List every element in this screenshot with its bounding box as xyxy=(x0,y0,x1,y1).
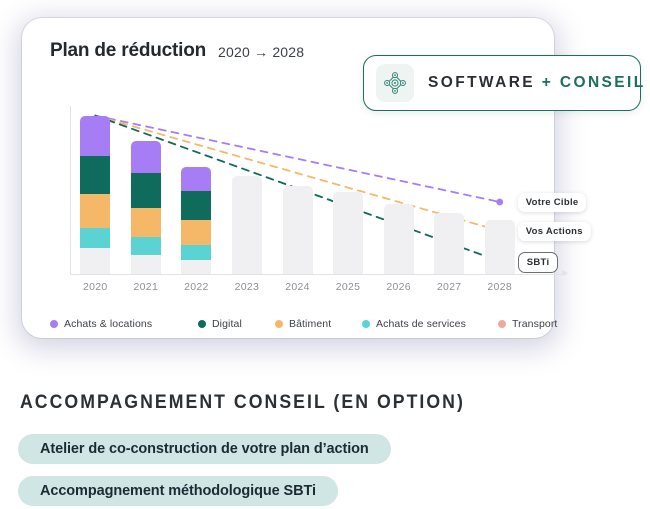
bar-segment xyxy=(130,254,161,274)
legend-item[interactable]: Achats de services xyxy=(362,318,466,330)
legend-item[interactable]: Bâtiment xyxy=(275,318,331,330)
legend-item[interactable]: Achats & locations xyxy=(50,318,152,330)
projected-bar xyxy=(231,176,262,274)
x-axis-tick-label: 2021 xyxy=(133,281,159,293)
x-axis-tick-label: 2027 xyxy=(436,281,462,293)
x-axis-tick-label: 2023 xyxy=(234,281,260,293)
logo-text-conseil: + CONSEIL xyxy=(541,74,646,91)
stacked-bar[interactable] xyxy=(130,141,161,274)
stacked-bar[interactable] xyxy=(80,115,111,274)
bar-segment xyxy=(130,141,161,174)
date-range-label: 2020 → 2028 xyxy=(218,44,305,60)
section-title: ACCOMPAGNEMENT CONSEIL (EN OPTION) xyxy=(20,392,465,413)
page-title: Plan de réduction xyxy=(50,40,207,61)
legend-label: Transport xyxy=(512,318,558,330)
x-axis-labels: 2020 2021 2022 2023 2024 2025 2026 2027 2028 xyxy=(70,281,566,299)
bar-segment xyxy=(130,208,161,238)
x-axis-tick-label: 2028 xyxy=(487,281,512,293)
x-axis-arrow-icon xyxy=(562,270,568,276)
x-axis-tick-label: 2020 xyxy=(82,281,108,293)
x-axis-tick-label: 2025 xyxy=(335,281,361,293)
bar-segment xyxy=(181,259,212,274)
stacked-bar[interactable] xyxy=(181,166,212,274)
x-axis xyxy=(70,274,566,275)
reduction-plan-card: Plan de réduction 2020 → 2028 SOFTWARE +… xyxy=(22,18,643,338)
legend-label: Bâtiment xyxy=(289,318,332,330)
x-axis-tick-label: 2024 xyxy=(285,281,310,293)
bar-segment xyxy=(181,219,212,246)
legend-color-dot xyxy=(275,320,283,328)
bar-segment xyxy=(181,190,212,220)
legend-color-dot xyxy=(50,320,58,328)
trendline-endpoint-dot xyxy=(496,198,504,206)
option-chip-workshop[interactable]: Atelier de co-construction de votre plan… xyxy=(18,434,391,464)
endpoint-tag-vos-actions[interactable]: Vos Actions xyxy=(517,221,591,241)
legend-label: Digital xyxy=(212,318,242,330)
legend-color-dot xyxy=(362,320,370,328)
option-chip-methodology[interactable]: Accompagnement méthodologique SBTi xyxy=(18,476,338,506)
plot-area xyxy=(70,76,525,274)
bar-segment xyxy=(80,248,111,274)
bar-segment xyxy=(80,194,111,228)
legend-label: Achats & locations xyxy=(64,318,153,330)
projected-bar xyxy=(383,203,414,274)
chart-legend: Achats & locations Digital Bâtiment Achats … xyxy=(50,318,557,336)
legend-color-dot xyxy=(198,320,206,328)
bar-segment xyxy=(181,166,212,191)
bar-segment xyxy=(130,237,161,255)
projected-bar xyxy=(434,213,465,274)
legend-item[interactable]: Digital xyxy=(198,318,242,330)
projected-bar xyxy=(282,186,313,274)
x-axis-tick-label: 2022 xyxy=(184,281,209,293)
emissions-chart: 2020 2021 2022 2023 2024 2025 2026 2027 2028 Vot… xyxy=(50,76,591,296)
bar-segment xyxy=(130,173,161,209)
bar-segment xyxy=(80,227,111,249)
projected-bar xyxy=(484,219,515,274)
legend-label: Achats de services xyxy=(376,318,466,330)
endpoint-tag-votre-cible[interactable]: Votre Cible xyxy=(517,193,587,212)
legend-item[interactable]: Transport xyxy=(498,318,557,330)
bar-segment xyxy=(181,245,212,260)
bar-segment xyxy=(80,155,111,194)
x-axis-tick-label: 2026 xyxy=(386,281,411,293)
projected-bar xyxy=(333,192,364,274)
legend-color-dot xyxy=(498,320,506,328)
bar-segment xyxy=(80,115,111,156)
endpoint-tag-sbti[interactable]: SBTi xyxy=(517,252,559,274)
